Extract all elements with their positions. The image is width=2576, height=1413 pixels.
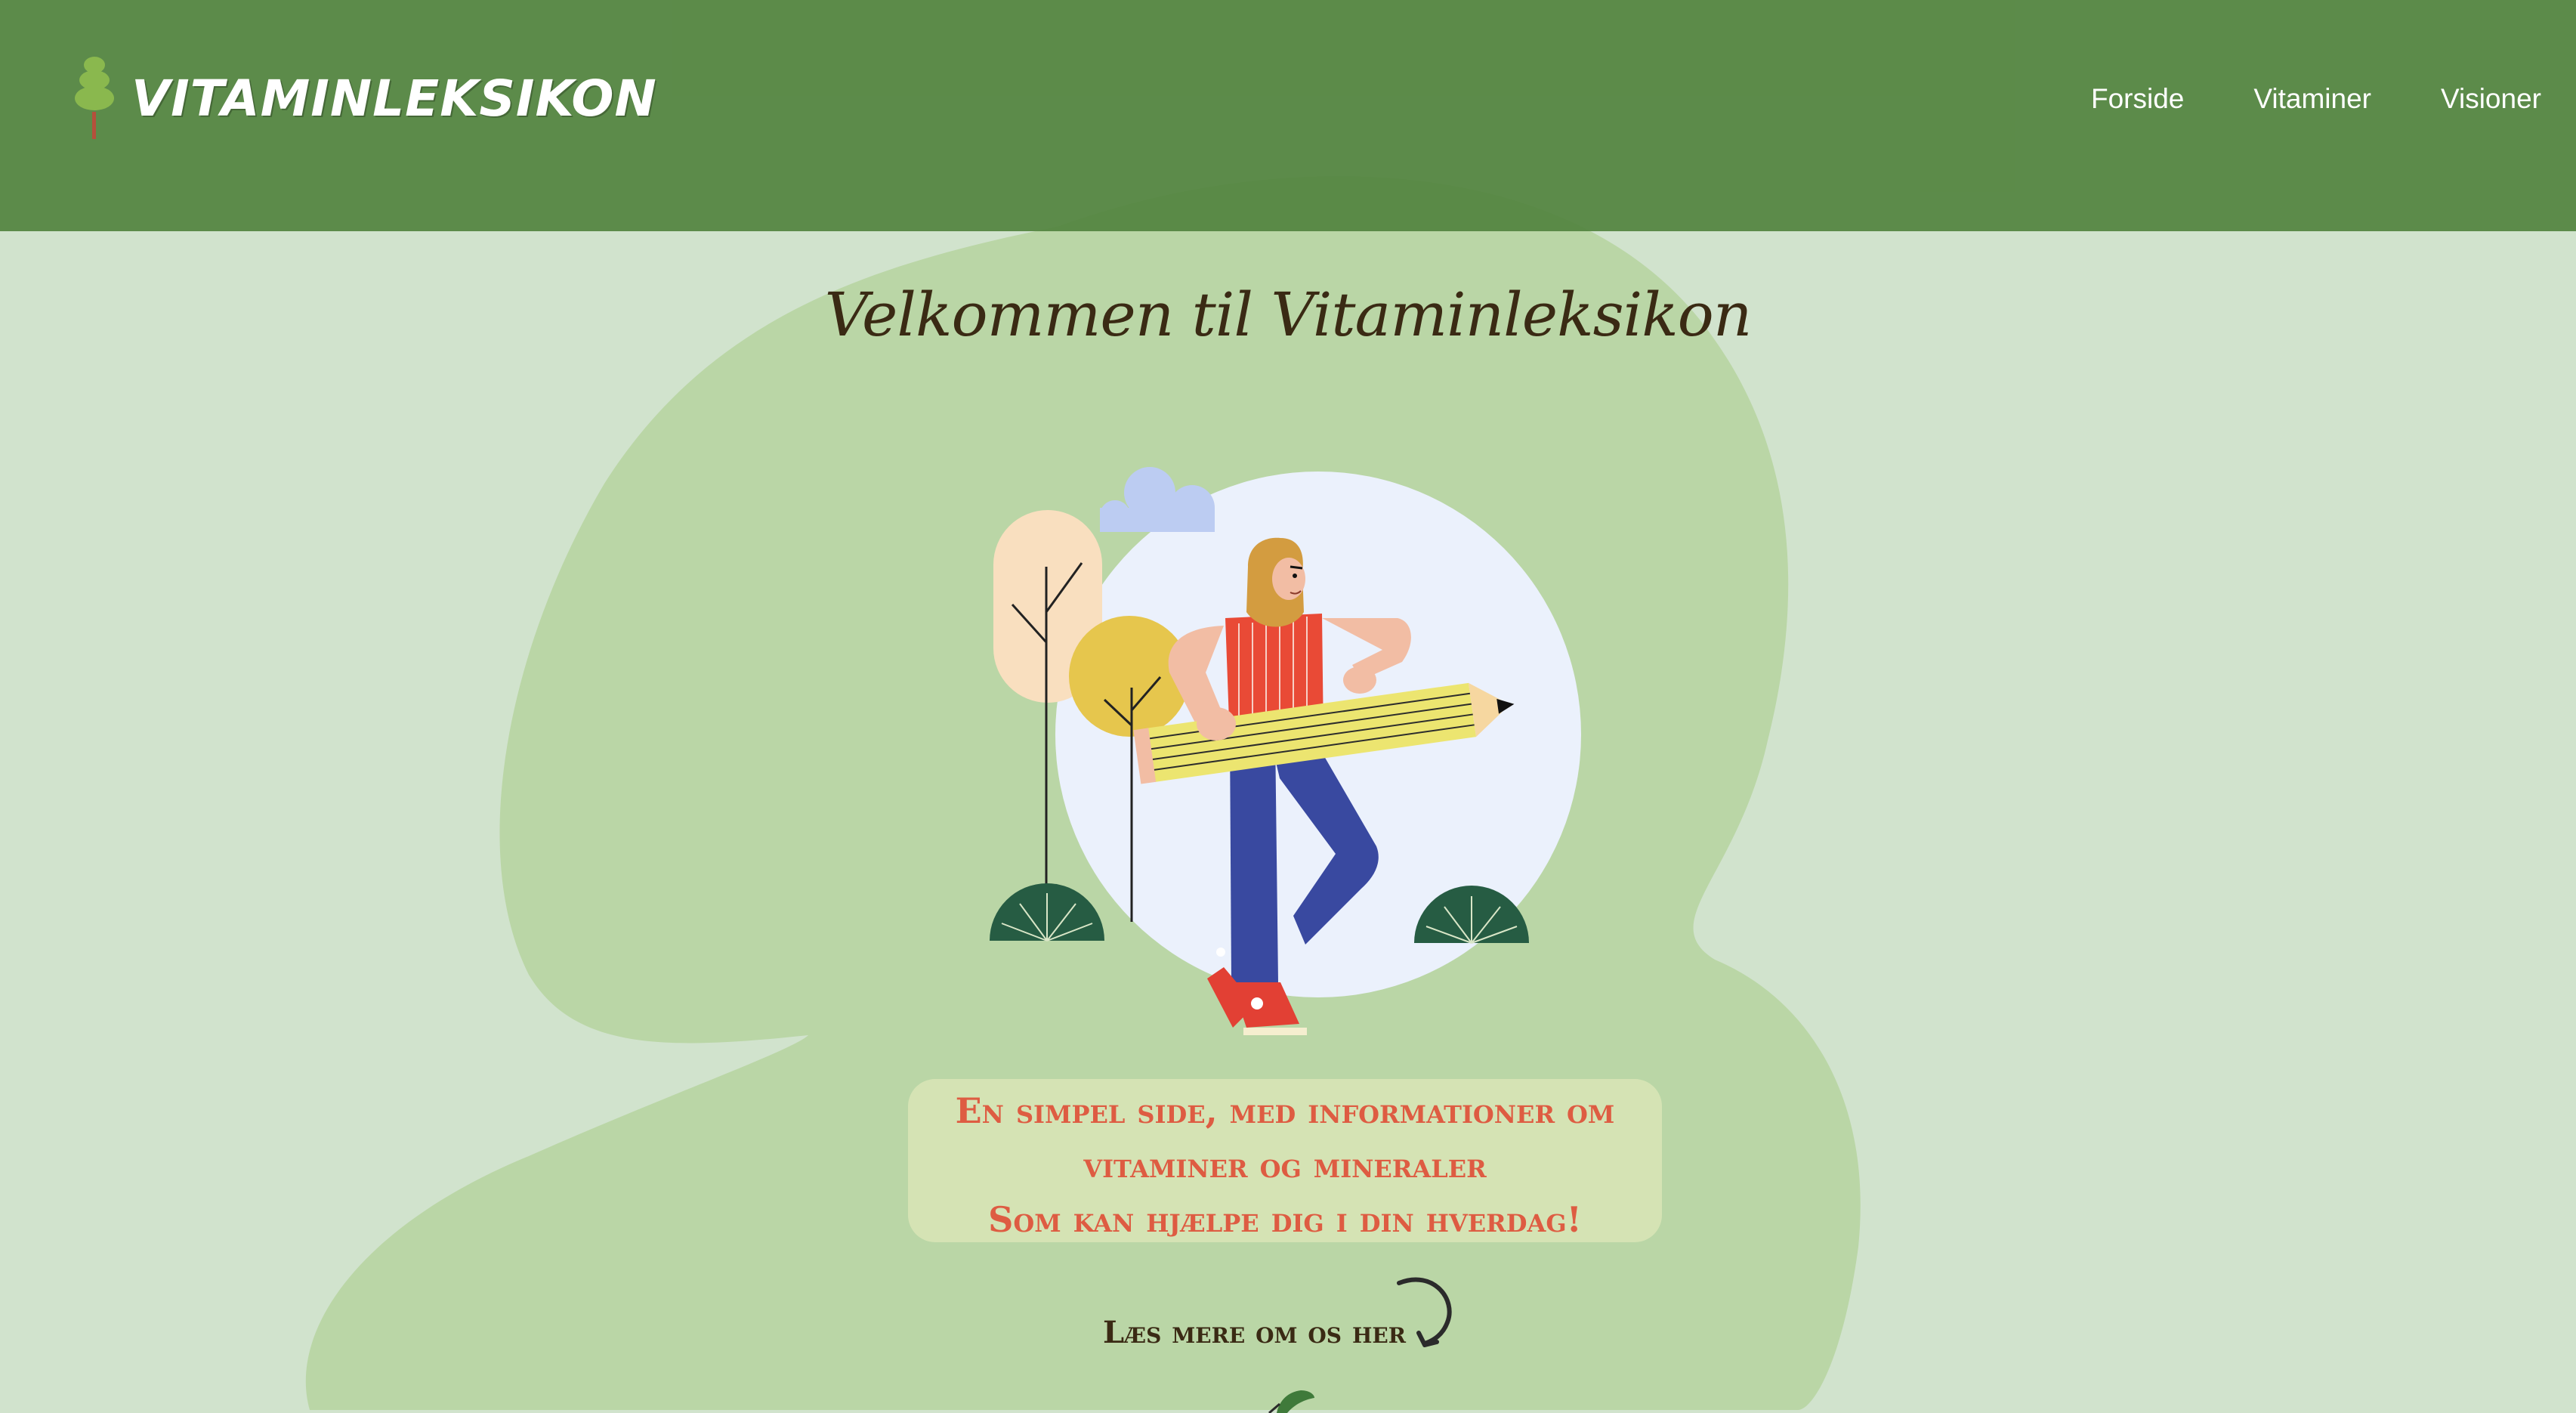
hero-illustration xyxy=(990,467,1581,1035)
leaf-icon xyxy=(1268,1390,1314,1413)
intro-line-2: vitaminer og mineraler xyxy=(1083,1145,1487,1186)
logo-text: VITAMINLEKSIKON xyxy=(131,69,657,128)
nav-visioner[interactable]: Visioner xyxy=(2441,83,2541,115)
intro-box: En simpel side, med informationer om vit… xyxy=(908,1079,1662,1242)
tree-icon xyxy=(75,57,114,139)
main-nav: Forside Vitaminer Visioner xyxy=(2091,83,2541,115)
intro-line-3: Som kan hjælpe dig i din hverdag! xyxy=(988,1199,1582,1240)
read-more-link[interactable]: Læs mere om os her xyxy=(1103,1315,1406,1350)
page-title: Velkommen til Vitaminleksikon xyxy=(824,280,1753,350)
nav-vitaminer[interactable]: Vitaminer xyxy=(2253,83,2371,115)
logo[interactable]: VITAMINLEKSIKON xyxy=(68,56,657,141)
curved-arrow-icon xyxy=(1397,1277,1452,1347)
site-header: VITAMINLEKSIKON Forside Vitaminer Vision… xyxy=(0,0,2576,231)
intro-line-1: En simpel side, med informationer om xyxy=(955,1090,1615,1131)
nav-forside[interactable]: Forside xyxy=(2091,83,2184,115)
